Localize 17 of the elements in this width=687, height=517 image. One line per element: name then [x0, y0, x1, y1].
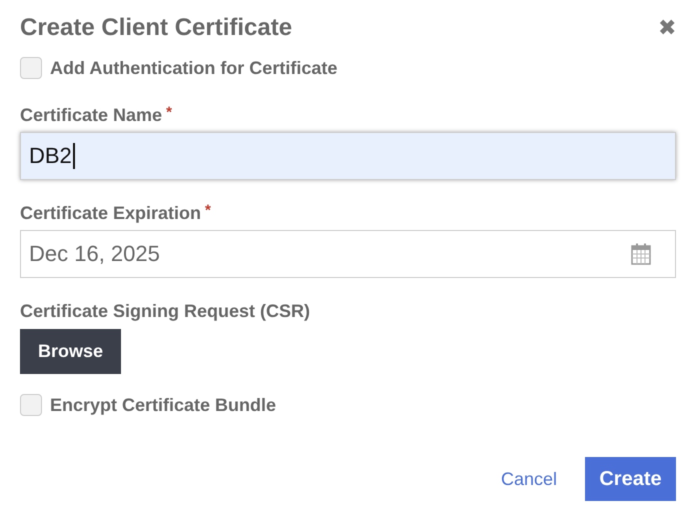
close-button[interactable]: ✖ — [658, 17, 676, 40]
checkbox[interactable] — [20, 394, 42, 416]
cancel-link[interactable]: Cancel — [500, 466, 557, 492]
required-marker: * — [205, 200, 211, 221]
field-label: Certificate Signing Request (CSR) — [20, 300, 312, 323]
create-button[interactable]: Create — [585, 457, 676, 501]
date-field[interactable]: Dec 16, 2025 — [20, 230, 676, 278]
checkbox-label: Add Authentication for Certificate — [50, 56, 338, 80]
checkbox-label: Encrypt Certificate Bundle — [50, 394, 276, 417]
input-field[interactable]: DB2 — [20, 132, 676, 180]
required-marker: * — [166, 102, 172, 123]
browse-button[interactable]: Browse — [20, 328, 121, 374]
field-label: Certificate Name — [20, 104, 162, 127]
field-label: Certificate Expiration — [20, 202, 202, 225]
checkbox[interactable] — [20, 57, 42, 80]
calendar-icon[interactable] — [631, 242, 651, 265]
dialog-title: Create Client Certificate — [20, 14, 292, 43]
